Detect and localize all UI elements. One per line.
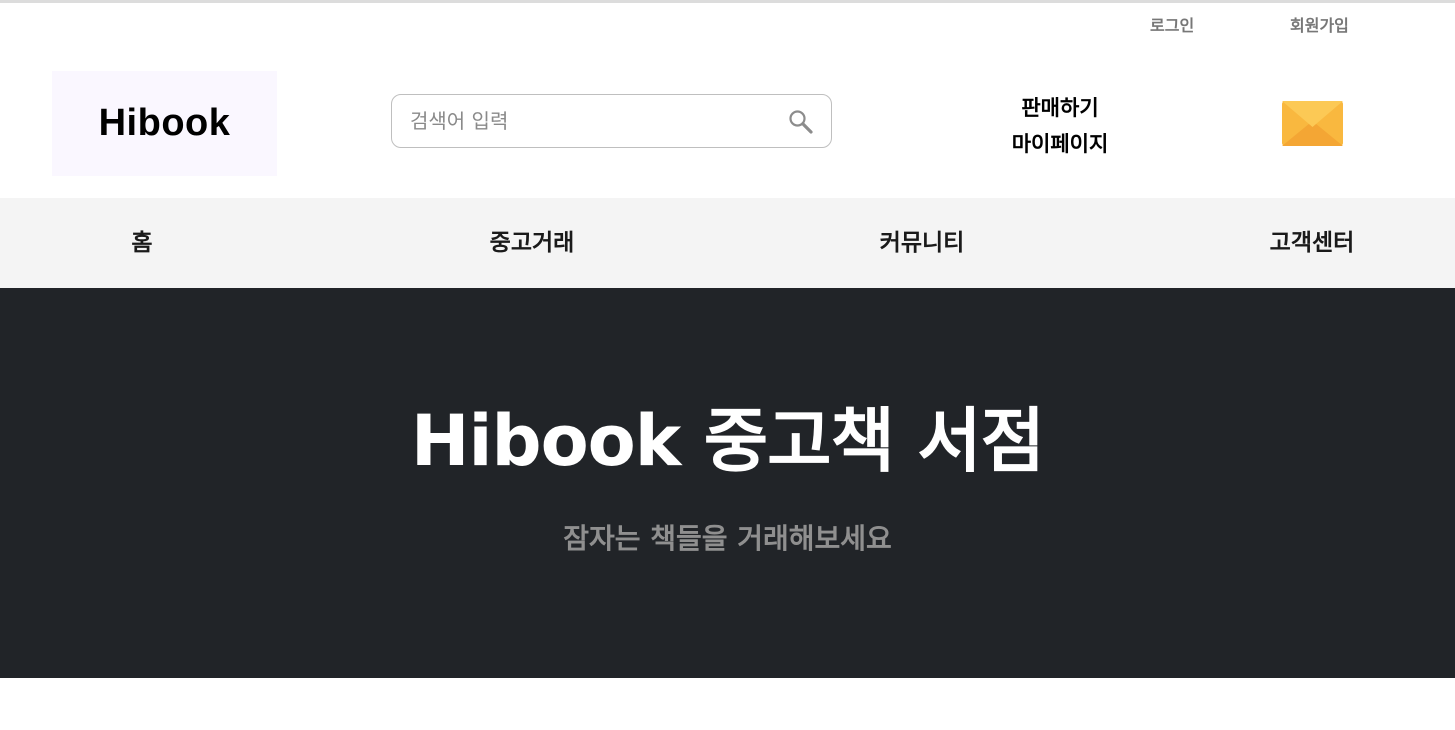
site-logo[interactable]: Hibook [52, 71, 277, 176]
login-link[interactable]: 로그인 [1150, 12, 1194, 36]
hero-title: Hibook 중고책 서점 [410, 400, 1045, 482]
logo-text: Hibook [98, 102, 231, 144]
mail-icon[interactable] [1282, 101, 1343, 146]
mypage-link[interactable]: 마이페이지 [980, 128, 1140, 158]
nav-item-home[interactable]: 홈 [42, 198, 242, 288]
search-bar [391, 94, 832, 148]
search-input[interactable] [410, 95, 780, 147]
nav-item-customer-center[interactable]: 고객센터 [1212, 198, 1412, 288]
main-nav: 홈 중고거래 커뮤니티 고객센터 [0, 198, 1455, 288]
signup-link[interactable]: 회원가입 [1290, 12, 1349, 36]
nav-item-community[interactable]: 커뮤니티 [822, 198, 1022, 288]
search-icon[interactable] [787, 108, 815, 136]
top-divider [0, 0, 1455, 3]
hero-banner: Hibook 중고책 서점 잠자는 책들을 거래해보세요 [0, 288, 1455, 678]
sell-link[interactable]: 판매하기 [980, 92, 1140, 122]
hero-subtitle: 잠자는 책들을 거래해보세요 [563, 522, 892, 555]
nav-item-used-trade[interactable]: 중고거래 [432, 198, 632, 288]
